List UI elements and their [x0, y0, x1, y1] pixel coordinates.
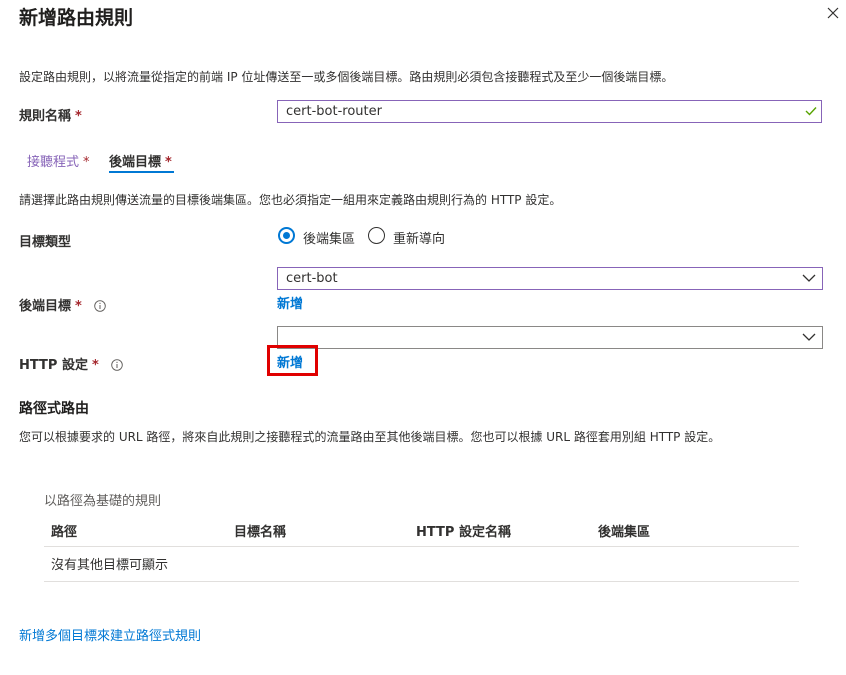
required-marker: *	[75, 299, 82, 314]
path-routing-description: 您可以根據要求的 URL 路徑，將來自此規則之接聽程式的流量路由至其他後端目標。…	[19, 430, 721, 444]
backend-target-label: 後端目標 *	[19, 295, 107, 314]
http-settings-dropdown[interactable]	[277, 326, 823, 349]
radio-redirect-label[interactable]: 重新導向	[393, 228, 445, 247]
required-marker: *	[75, 109, 82, 124]
tab-backend-targets[interactable]: 後端目標 *	[109, 151, 172, 170]
backend-target-value: cert-bot	[286, 271, 338, 286]
backend-target-label-text: 後端目標	[19, 299, 72, 314]
path-routing-heading: 路徑式路由	[19, 401, 89, 417]
close-icon	[827, 7, 839, 19]
column-header-backend-pool: 後端集區	[598, 525, 651, 540]
selected-tab-indicator	[109, 171, 174, 173]
chevron-down-icon	[802, 274, 816, 282]
highlight-box	[267, 345, 318, 376]
tab-listener-label: 接聽程式	[27, 155, 80, 170]
table-header-divider	[44, 546, 799, 547]
column-header-http-settings-name: HTTP 設定名稱	[416, 525, 511, 540]
rule-name-input[interactable]: cert-bot-router	[277, 100, 822, 123]
column-header-path: 路徑	[51, 525, 78, 540]
column-header-target-name: 目標名稱	[234, 525, 287, 540]
radio-redirect[interactable]	[368, 227, 385, 244]
chevron-down-icon	[802, 333, 816, 341]
required-marker: *	[91, 358, 99, 373]
checkmark-icon	[805, 107, 817, 116]
required-marker: *	[165, 155, 172, 170]
close-button[interactable]	[822, 2, 844, 24]
backend-target-dropdown[interactable]: cert-bot	[277, 267, 823, 290]
panel-title: 新增路由規則	[19, 7, 134, 29]
rule-name-label-text: 規則名稱	[19, 109, 72, 124]
path-rules-table-title: 以路徑為基礎的規則	[44, 494, 162, 509]
table-bottom-divider	[44, 581, 799, 582]
http-settings-label-text: HTTP 設定	[19, 358, 88, 373]
add-backend-target-link[interactable]: 新增	[277, 293, 303, 312]
http-settings-label: HTTP 設定 *	[19, 354, 124, 373]
info-icon[interactable]	[94, 300, 107, 312]
table-empty-message: 沒有其他目標可顯示	[51, 558, 169, 573]
add-multiple-targets-link[interactable]: 新增多個目標來建立路徑式規則	[19, 625, 201, 644]
tab-listener[interactable]: 接聽程式 *	[27, 151, 90, 170]
radio-backend-pool-label[interactable]: 後端集區	[303, 228, 355, 247]
backend-description: 請選擇此路由規則傳送流量的目標後端集區。您也必須指定一組用來定義路由規則行為的 …	[19, 193, 562, 207]
intro-text: 設定路由規則，以將流量從指定的前端 IP 位址傳送至一或多個後端目標。路由規則必…	[19, 70, 674, 84]
required-marker: *	[83, 155, 90, 170]
radio-backend-pool[interactable]	[278, 227, 295, 244]
rule-name-label: 規則名稱 *	[19, 105, 82, 124]
tab-backend-targets-label: 後端目標	[109, 155, 162, 170]
info-icon[interactable]	[111, 359, 124, 371]
target-type-label: 目標類型	[19, 235, 72, 250]
